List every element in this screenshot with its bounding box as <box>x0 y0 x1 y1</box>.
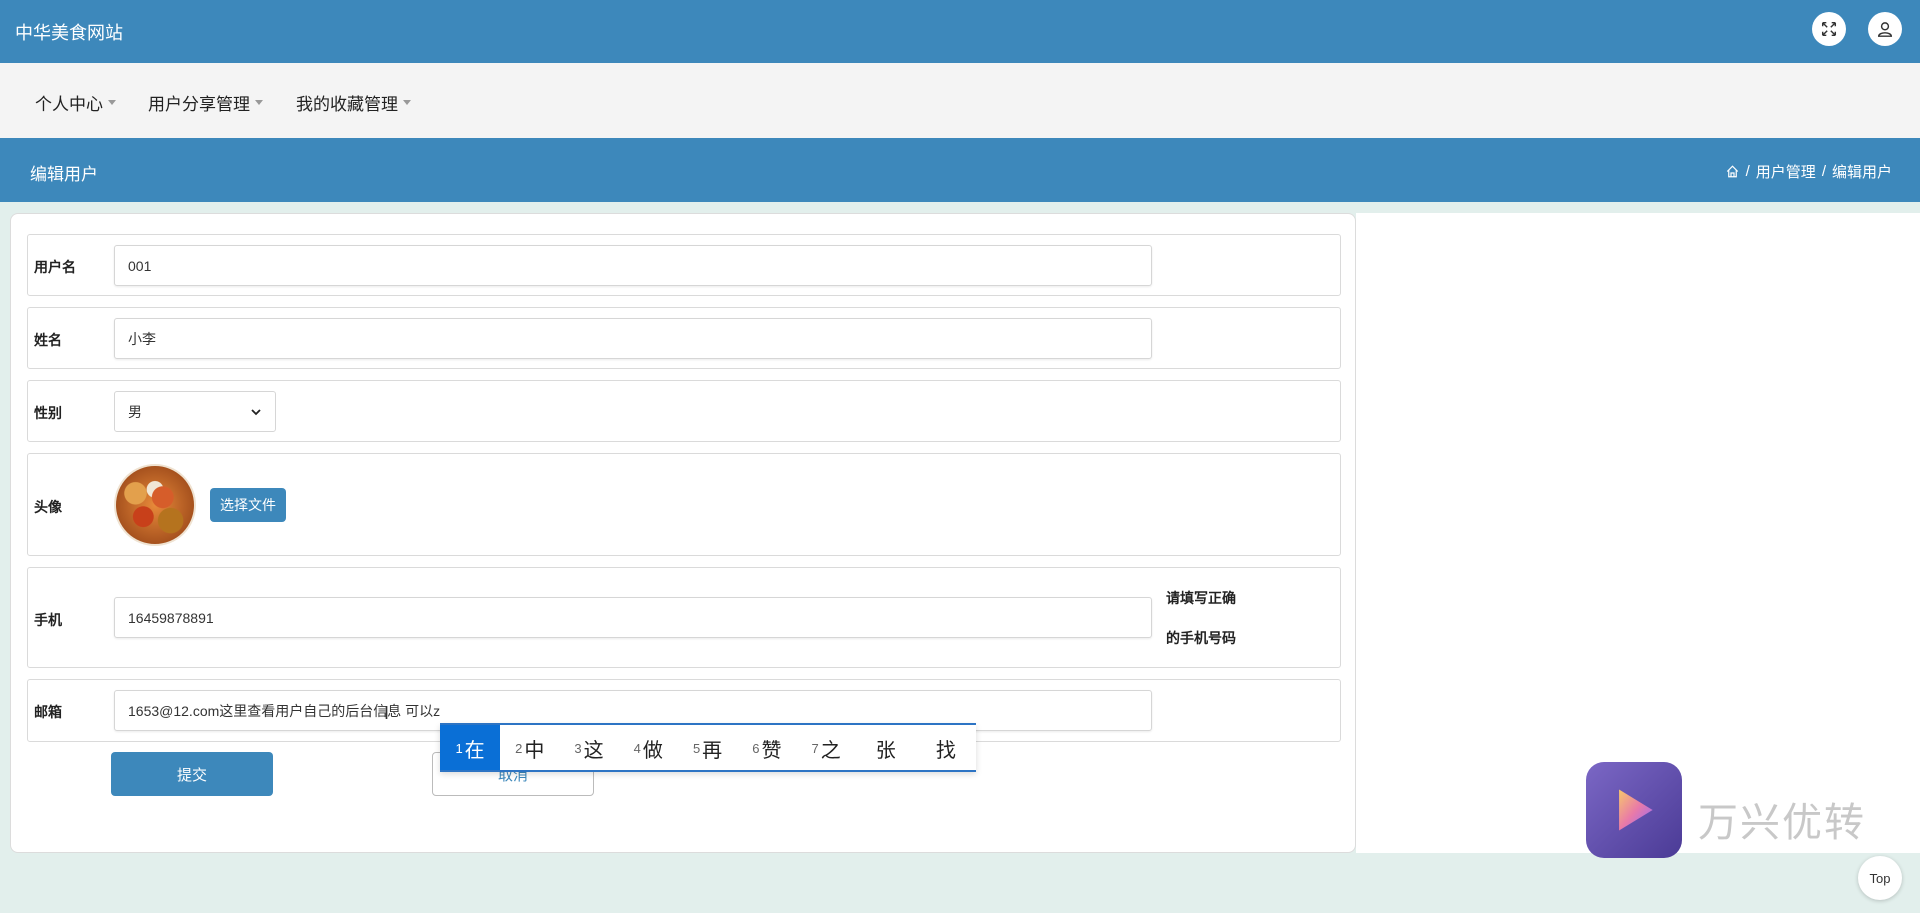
breadcrumb-user-management[interactable]: 用户管理 <box>1756 161 1816 182</box>
content-background <box>1356 213 1920 853</box>
nav-user-share-management[interactable]: 用户分享管理 <box>148 90 263 115</box>
submit-button[interactable]: 提交 <box>111 752 273 796</box>
nav-favorites-management[interactable]: 我的收藏管理 <box>296 90 411 115</box>
email-label: 邮箱 <box>34 704 62 720</box>
ime-candidate-text: 在 <box>464 739 485 762</box>
ime-candidate-number: 5 <box>692 740 701 756</box>
ime-candidate-text: 之 <box>820 739 841 762</box>
ime-candidate-number: 3 <box>574 740 582 756</box>
chevron-down-icon <box>251 408 261 415</box>
chevron-down-icon <box>403 100 411 106</box>
user-icon[interactable] <box>1868 12 1902 46</box>
form-row-phone: 手机 16459878891 请填写正确 的手机号码 <box>27 567 1341 668</box>
ime-candidate[interactable]: 张 <box>856 724 916 772</box>
ime-candidate-number: 7 <box>811 740 819 756</box>
form-row-username: 用户名 001 <box>27 234 1341 296</box>
text-cursor-icon: I <box>384 703 390 723</box>
ime-border <box>440 770 976 772</box>
ime-border <box>440 723 976 725</box>
ime-candidate-number: 4 <box>633 740 641 756</box>
ime-candidate-text: 做 <box>642 739 663 762</box>
watermark-text: 万兴优转 <box>1698 801 1866 845</box>
ime-candidate[interactable]: 找 <box>916 724 976 772</box>
ime-candidate-bar: 1在 2中 3这 4做 5再 6赞 7之 张 找 <box>440 724 976 772</box>
ime-candidate[interactable]: 3这 <box>559 724 618 772</box>
phone-hint-line2: 的手机号码 <box>1166 630 1236 646</box>
form-row-gender: 性别 男 <box>27 380 1341 442</box>
ime-candidate[interactable]: 6赞 <box>737 724 796 772</box>
phone-input[interactable]: 16459878891 <box>114 597 1152 638</box>
ime-candidate-text: 赞 <box>761 739 782 762</box>
phone-hint-line1: 请填写正确 <box>1166 590 1236 606</box>
name-input[interactable]: 小李 <box>114 318 1152 359</box>
chevron-down-icon <box>108 100 116 106</box>
ime-candidate[interactable]: 2中 <box>500 724 559 772</box>
breadcrumb-separator: / <box>1745 163 1750 180</box>
ime-candidate[interactable]: 4做 <box>619 724 678 772</box>
ime-candidate-text: 找 <box>935 739 956 762</box>
form-row-avatar: 头像 选择文件 <box>27 453 1341 556</box>
choose-file-button[interactable]: 选择文件 <box>210 488 286 522</box>
top-bar: 中华美食网站 <box>0 0 1920 63</box>
ime-candidate-text: 这 <box>583 739 604 762</box>
nav-label: 个人中心 <box>35 95 103 114</box>
main-nav: 个人中心 用户分享管理 我的收藏管理 <box>0 63 1920 138</box>
back-to-top-button[interactable]: Top <box>1858 856 1902 900</box>
ime-candidate-text: 中 <box>524 739 545 762</box>
ime-candidate-text: 再 <box>702 739 723 762</box>
breadcrumb-separator: / <box>1821 163 1826 180</box>
page-header: 编辑用户 / 用户管理 / 编辑用户 <box>0 138 1920 202</box>
chevron-down-icon <box>255 100 263 106</box>
breadcrumb-edit-user[interactable]: 编辑用户 <box>1832 161 1892 182</box>
home-icon[interactable] <box>1725 164 1740 179</box>
ime-candidate-number: 2 <box>515 740 523 756</box>
gender-label: 性别 <box>34 405 62 421</box>
ime-candidate-number: 6 <box>752 740 760 756</box>
gender-selected-value: 男 <box>128 403 142 420</box>
fullscreen-icon[interactable] <box>1812 12 1846 46</box>
gender-select[interactable]: 男 <box>114 391 276 432</box>
divider-strip <box>0 202 1920 213</box>
form-row-name: 姓名 小李 <box>27 307 1341 369</box>
nav-label: 用户分享管理 <box>148 95 250 114</box>
watermark-logo-icon <box>1586 762 1682 858</box>
name-label: 姓名 <box>34 332 62 348</box>
phone-label: 手机 <box>34 612 62 628</box>
avatar-image <box>114 464 196 546</box>
ime-candidate[interactable]: 7之 <box>796 724 855 772</box>
ime-candidate-text: 张 <box>875 739 896 762</box>
ime-candidate-number: 1 <box>455 740 463 756</box>
username-input[interactable]: 001 <box>114 245 1152 286</box>
nav-personal-center[interactable]: 个人中心 <box>35 90 116 115</box>
ime-candidate[interactable]: 5再 <box>678 724 737 772</box>
page-title: 编辑用户 <box>30 165 98 184</box>
ime-candidate[interactable]: 1在 <box>440 724 501 772</box>
avatar-label: 头像 <box>34 499 62 515</box>
username-label: 用户名 <box>34 259 76 275</box>
site-title: 中华美食网站 <box>15 23 123 43</box>
breadcrumb: / 用户管理 / 编辑用户 <box>1725 161 1892 182</box>
nav-label: 我的收藏管理 <box>296 95 398 114</box>
